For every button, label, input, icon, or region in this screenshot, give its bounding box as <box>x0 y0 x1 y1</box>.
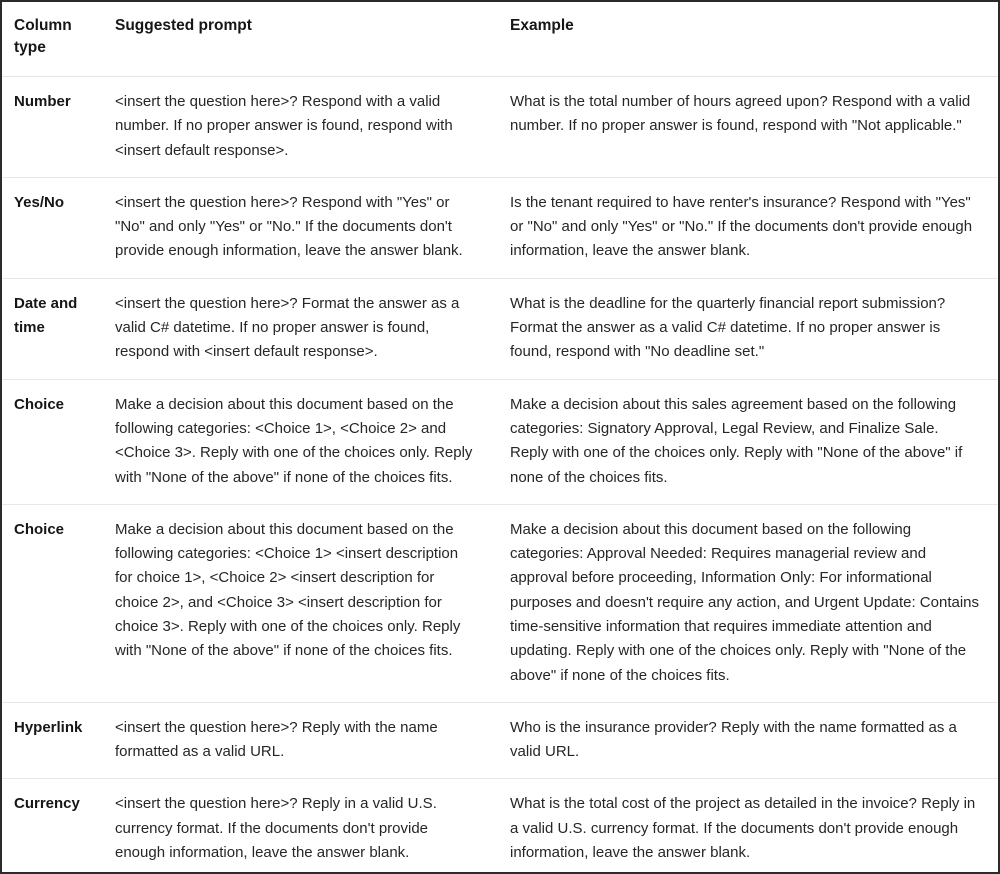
cell-suggested-prompt: Make a decision about this document base… <box>106 504 498 703</box>
cell-column-type: Hyperlink <box>2 702 106 780</box>
table-header-row: Column type Suggested prompt Example <box>2 2 998 77</box>
cell-suggested-prompt: <insert the question here>? Format the a… <box>106 278 498 380</box>
table-row: Yes/No <insert the question here>? Respo… <box>2 177 998 279</box>
table-row: Choice Make a decision about this docume… <box>2 504 998 703</box>
cell-column-type: Currency <box>2 778 106 872</box>
cell-column-type: Number <box>2 76 106 178</box>
column-header-suggested-prompt: Suggested prompt <box>106 2 498 77</box>
cell-suggested-prompt: Make a decision about this document base… <box>106 379 498 505</box>
table-row: Currency <insert the question here>? Rep… <box>2 778 998 872</box>
cell-example: What is the total number of hours agreed… <box>498 76 998 178</box>
cell-example: Is the tenant required to have renter's … <box>498 177 998 279</box>
table-body: Number <insert the question here>? Respo… <box>2 76 998 872</box>
cell-example: Who is the insurance provider? Reply wit… <box>498 702 998 780</box>
cell-suggested-prompt: <insert the question here>? Reply in a v… <box>106 778 498 872</box>
cell-column-type: Yes/No <box>2 177 106 279</box>
cell-suggested-prompt: <insert the question here>? Respond with… <box>106 177 498 279</box>
table-row: Number <insert the question here>? Respo… <box>2 76 998 178</box>
table-row: Date and time <insert the question here>… <box>2 278 998 380</box>
cell-suggested-prompt: <insert the question here>? Reply with t… <box>106 702 498 780</box>
suggested-prompt-table: Column type Suggested prompt Example Num… <box>2 2 998 872</box>
column-header-example: Example <box>498 2 998 77</box>
cell-column-type: Date and time <box>2 278 106 380</box>
cell-example: Make a decision about this document base… <box>498 504 998 703</box>
cell-column-type: Choice <box>2 504 106 703</box>
column-header-column-type: Column type <box>2 2 106 77</box>
table-header: Column type Suggested prompt Example <box>2 2 998 77</box>
table-row: Choice Make a decision about this docume… <box>2 379 998 505</box>
table-row: Hyperlink <insert the question here>? Re… <box>2 702 998 780</box>
cell-example: What is the deadline for the quarterly f… <box>498 278 998 380</box>
prompt-reference-table-container: Column type Suggested prompt Example Num… <box>0 0 1000 874</box>
cell-example: Make a decision about this sales agreeme… <box>498 379 998 505</box>
cell-example: What is the total cost of the project as… <box>498 778 998 872</box>
cell-suggested-prompt: <insert the question here>? Respond with… <box>106 76 498 178</box>
cell-column-type: Choice <box>2 379 106 505</box>
